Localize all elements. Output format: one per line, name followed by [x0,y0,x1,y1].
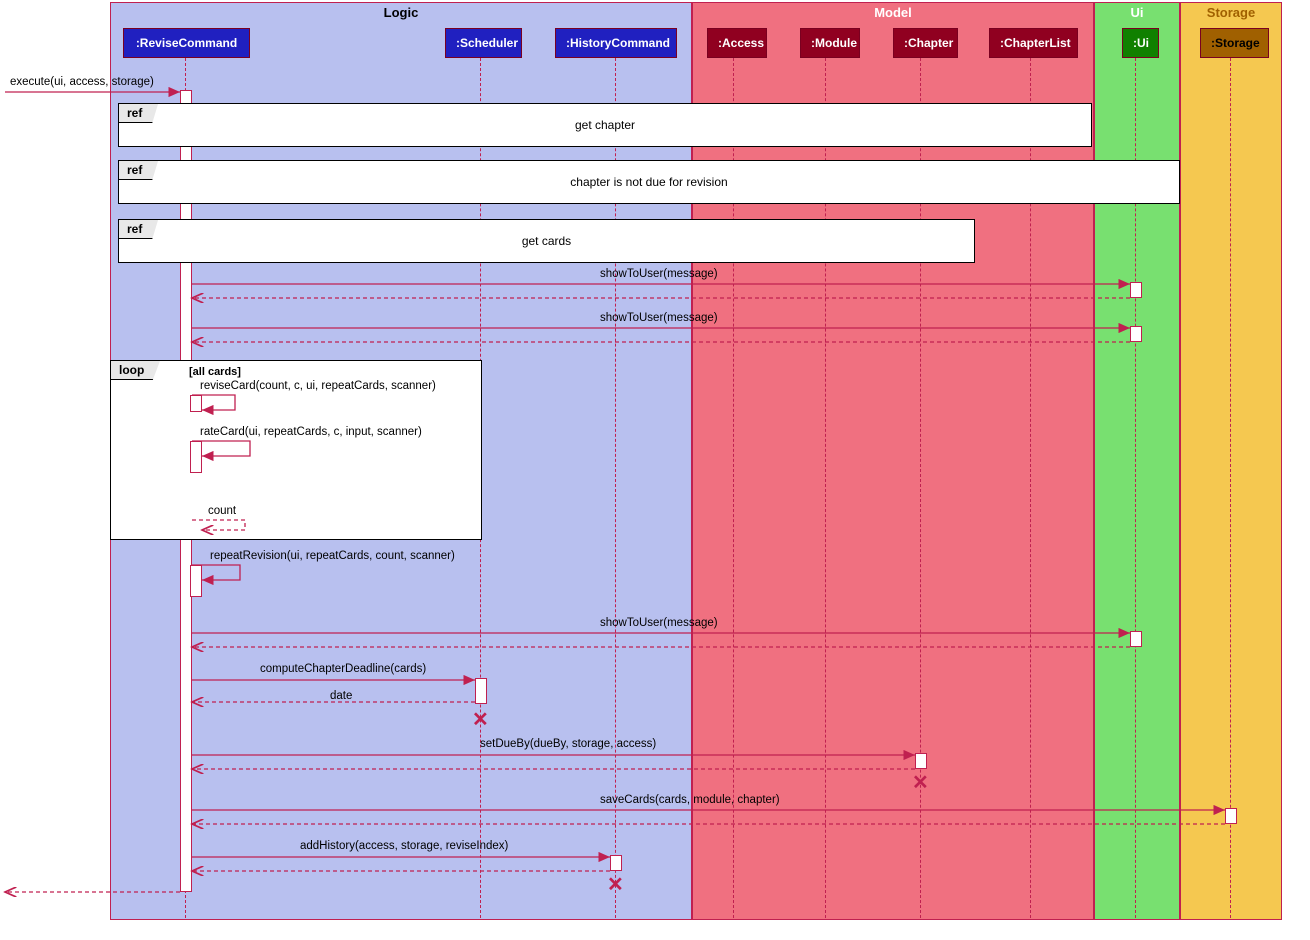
activation-ui-1 [1130,282,1142,298]
participant-chapter: :Chapter [893,28,958,58]
msg-date: date [330,690,352,702]
msg-addhistory: addHistory(access, storage, reviseIndex) [300,840,508,852]
destroy-history: ✕ [607,877,623,893]
destroy-scheduler: ✕ [472,712,488,728]
participant-revise: :ReviseCommand [123,28,250,58]
ref-label-3: get cards [119,234,974,248]
ref-frame-2: ref chapter is not due for revision [118,160,1180,204]
ref-label-2: chapter is not due for revision [119,175,1179,189]
loop-tab: loop [110,360,160,380]
participant-module: :Module [800,28,860,58]
activation-repeatrev [190,565,202,597]
package-ui: Ui [1094,2,1180,920]
loop-guard: [all cards] [189,366,241,378]
destroy-chapter: ✕ [912,775,928,791]
activation-history [610,855,622,871]
msg-savecards: saveCards(cards, module, chapter) [600,794,780,806]
lifeline-storage [1230,58,1231,918]
participant-chapterlist: :ChapterList [989,28,1078,58]
package-storage-header: Storage [1181,3,1281,22]
activation-ui-3 [1130,631,1142,647]
activation-sched [475,678,487,704]
package-storage: Storage [1180,2,1282,920]
activation-ui-2 [1130,326,1142,342]
participant-access: :Access [707,28,767,58]
msg-compute: computeChapterDeadline(cards) [260,663,426,675]
activation-selfrevise [190,395,202,412]
msg-showtouser2: showToUser(message) [600,312,718,324]
msg-repeatrev: repeatRevision(ui, repeatCards, count, s… [210,550,455,562]
activation-storage [1225,808,1237,824]
ref-frame-3: ref get cards [118,219,975,263]
participant-ui: :Ui [1122,28,1159,58]
participant-storage: :Storage [1200,28,1269,58]
ref-frame-1: ref get chapter [118,103,1092,147]
msg-count: count [208,505,236,517]
activation-selfrate [190,441,202,473]
msg-showtouser1: showToUser(message) [600,268,718,280]
msg-ratecard: rateCard(ui, repeatCards, c, input, scan… [200,426,422,438]
package-logic-header: Logic [111,3,691,22]
ref-label-1: get chapter [119,118,1091,132]
msg-showtouser3: showToUser(message) [600,617,718,629]
participant-history: :HistoryCommand [555,28,677,58]
package-ui-header: Ui [1095,3,1179,22]
msg-setdueby: setDueBy(dueBy, storage, access) [480,738,656,750]
msg-revisecard: reviseCard(count, c, ui, repeatCards, sc… [200,380,436,392]
package-model-header: Model [693,3,1093,22]
activation-chapter [915,753,927,769]
participant-scheduler: :Scheduler [445,28,522,58]
msg-execute: execute(ui, access, storage) [10,76,154,88]
